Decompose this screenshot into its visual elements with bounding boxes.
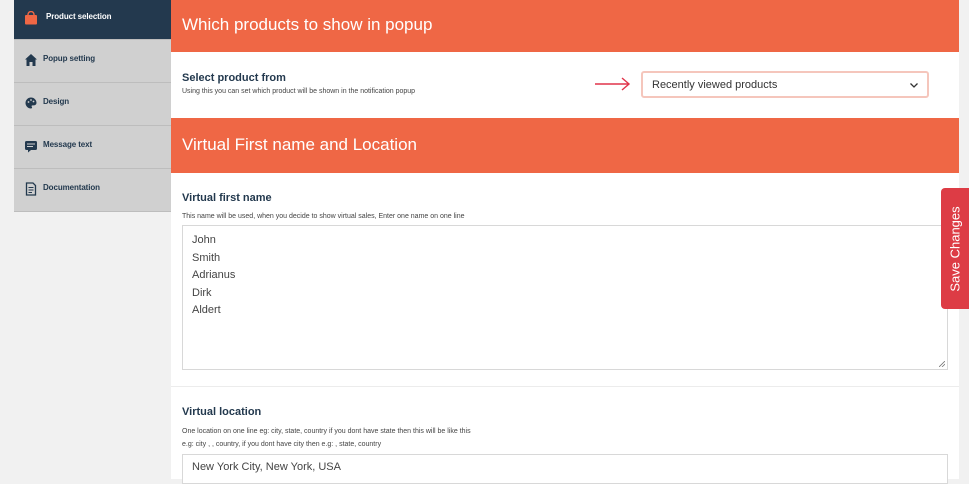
product-source-select-value: Recently viewed products [652,79,778,91]
main-panel: Which products to show in popup Select p… [171,0,959,484]
save-changes-button[interactable]: Save Changes [941,188,969,309]
name-line: Dirk [192,286,212,299]
home-icon [25,54,37,66]
sidebar-item-design[interactable]: Design [14,83,171,126]
message-icon [25,141,37,153]
select-product-label: Select product from [182,72,286,84]
name-line: Adrianus [192,269,236,281]
select-product-help: Using this you can set which product wil… [182,88,416,95]
sidebar-item-label: Design [43,97,70,106]
document-icon [25,182,37,196]
virtual-first-name-help: This name will be used, when you decide … [182,213,465,220]
sidebar-item-label: Popup setting [43,54,96,63]
virtual-first-name-textarea[interactable]: John Smith Adrianus Dirk Aldert [182,225,948,370]
sidebar-item-label: Message text [43,140,93,149]
sidebar: Product selection Popup setting Design M… [14,0,171,479]
sidebar-item-label: Documentation [43,183,100,192]
name-line: Aldert [192,304,221,316]
sidebar-item-product-selection[interactable]: Product selection [14,0,171,40]
resize-handle-icon[interactable] [939,361,945,367]
palette-icon [25,97,37,109]
virtual-location-label: Virtual location [182,406,262,418]
name-line: Smith [192,251,221,264]
name-line: John [192,234,216,246]
save-changes-label: Save Changes [947,205,963,292]
virtual-location-help-example: e.g: city , , country, if you dont have … [182,441,382,448]
sidebar-item-label: Product selection [46,12,112,21]
virtual-location-field[interactable]: New York City, New York, USA [182,454,948,484]
product-source-select[interactable]: Recently viewed products [641,71,929,98]
shopping-bag-icon [25,11,37,25]
chevron-down-icon [910,83,918,88]
sidebar-item-documentation[interactable]: Documentation [14,169,171,212]
divider [171,386,959,387]
virtual-first-name-label: Virtual first name [182,192,272,204]
virtual-location-help: One location on one line eg: city, state… [182,428,471,435]
virtual-location-value: New York City, New York, USA [192,461,341,473]
arrow-right-icon [595,77,631,91]
section-header-virtual: Virtual First name and Location [171,118,959,173]
sidebar-item-popup-setting[interactable]: Popup setting [14,40,171,83]
section-header-products: Which products to show in popup [171,0,959,52]
sidebar-item-message-text[interactable]: Message text [14,126,171,169]
